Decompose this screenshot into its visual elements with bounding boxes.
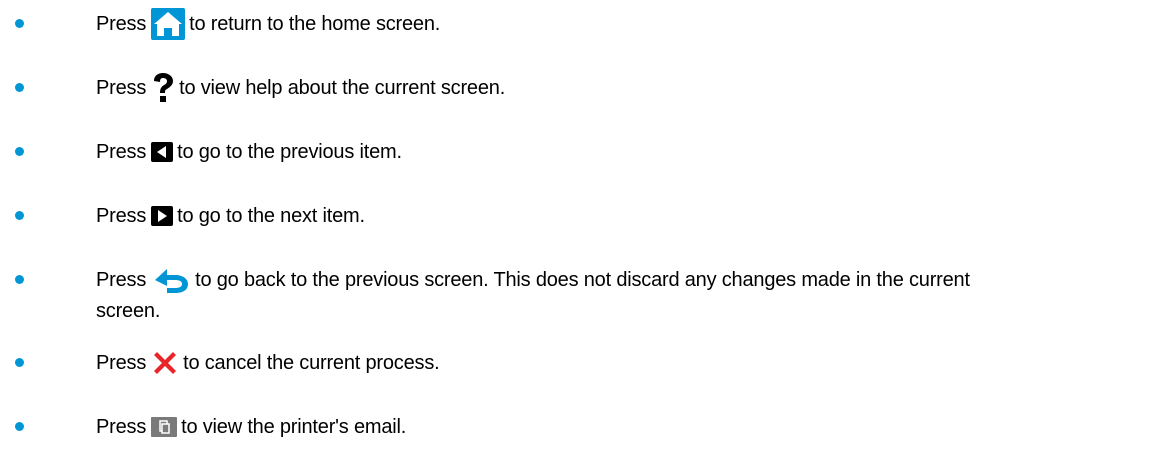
item-description: to go to the previous item. bbox=[177, 140, 402, 163]
eprint-icon bbox=[151, 417, 178, 437]
item-description-continuation: screen. bbox=[96, 300, 161, 322]
item-description: to cancel the current process. bbox=[183, 351, 440, 374]
right-arrow-icon bbox=[151, 206, 174, 226]
bullet bbox=[15, 83, 24, 92]
back-icon bbox=[151, 264, 191, 296]
bullet bbox=[15, 147, 24, 156]
press-label: Press bbox=[96, 12, 147, 35]
press-label: Press bbox=[96, 76, 147, 99]
bullet bbox=[15, 19, 24, 28]
bullet bbox=[15, 275, 24, 284]
item-description: to go back to the previous screen. This … bbox=[195, 268, 970, 291]
left-arrow-icon bbox=[151, 142, 174, 162]
press-label: Press bbox=[96, 268, 147, 291]
bullet bbox=[15, 211, 24, 220]
item-description: to return to the home screen. bbox=[189, 12, 441, 35]
item-description: to go to the next item. bbox=[177, 204, 365, 227]
control-panel-button-list: Press to return to the home screen. Pres… bbox=[0, 0, 1169, 451]
press-label: Press bbox=[96, 140, 147, 163]
cancel-icon bbox=[151, 349, 179, 377]
help-icon bbox=[151, 72, 175, 104]
bullet bbox=[15, 422, 24, 431]
press-label: Press bbox=[96, 415, 147, 438]
press-label: Press bbox=[96, 351, 147, 374]
press-label: Press bbox=[96, 204, 147, 227]
bullet bbox=[15, 358, 24, 367]
item-description: to view help about the current screen. bbox=[179, 76, 506, 99]
item-description: to view the printer's email. bbox=[181, 415, 407, 438]
home-icon bbox=[151, 8, 186, 40]
